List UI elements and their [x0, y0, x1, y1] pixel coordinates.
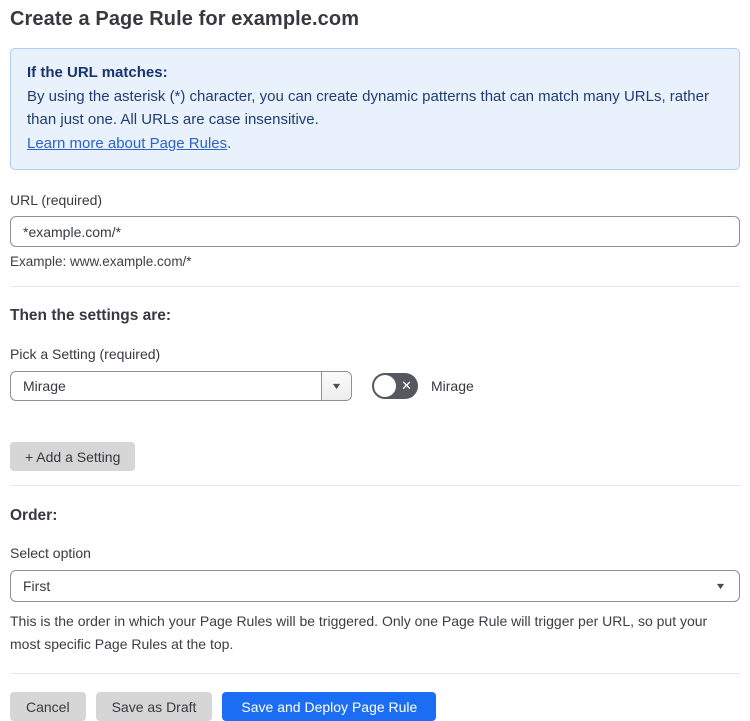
order-select-label: Select option — [10, 545, 91, 561]
setting-row: Mirage ▼ ✕ Mirage — [10, 371, 740, 401]
order-select[interactable]: First ▼ — [10, 570, 740, 602]
info-link-line: Learn more about Page Rules. — [27, 132, 723, 155]
info-box-body: By using the asterisk (*) character, you… — [27, 88, 709, 128]
toggle-off-x-icon: ✕ — [401, 378, 412, 394]
url-input[interactable] — [10, 216, 740, 247]
settings-heading: Then the settings are: — [10, 307, 172, 324]
footer-actions: Cancel Save as Draft Save and Deploy Pag… — [10, 692, 740, 721]
setting-select-value: Mirage — [23, 378, 66, 394]
setting-picker-label: Pick a Setting (required) — [10, 346, 161, 362]
chevron-down-icon: ▼ — [714, 581, 727, 591]
chevron-down-icon: ▼ — [330, 381, 343, 391]
divider — [10, 286, 740, 287]
order-helper-text: This is the order in which your Page Rul… — [10, 613, 708, 652]
add-setting-button[interactable]: + Add a Setting — [10, 442, 136, 471]
setting-select[interactable]: Mirage ▼ — [10, 371, 352, 401]
order-heading: Order: — [10, 507, 58, 524]
toggle-label: Mirage — [431, 378, 474, 394]
cancel-button[interactable]: Cancel — [10, 692, 86, 721]
save-as-draft-button[interactable]: Save as Draft — [95, 692, 213, 721]
create-page-rule-panel: Create a Page Rule for example.com If th… — [0, 0, 750, 721]
divider — [10, 673, 740, 674]
order-select-value: First — [23, 578, 51, 594]
info-box-heading: If the URL matches: — [27, 64, 168, 81]
url-match-info-box: If the URL matches: By using the asteris… — [10, 48, 740, 170]
divider — [10, 485, 740, 486]
url-example-helper: Example: www.example.com/* — [10, 254, 192, 269]
learn-more-link[interactable]: Learn more about Page Rules — [27, 135, 227, 152]
toggle-knob — [374, 375, 396, 397]
page-title: Create a Page Rule for example.com — [10, 8, 360, 30]
save-and-deploy-button[interactable]: Save and Deploy Page Rule — [222, 692, 437, 721]
url-field-label: URL (required) — [10, 192, 103, 208]
mirage-toggle[interactable]: ✕ — [372, 373, 418, 399]
link-period: . — [227, 135, 232, 152]
setting-select-arrow-button[interactable]: ▼ — [321, 372, 351, 400]
